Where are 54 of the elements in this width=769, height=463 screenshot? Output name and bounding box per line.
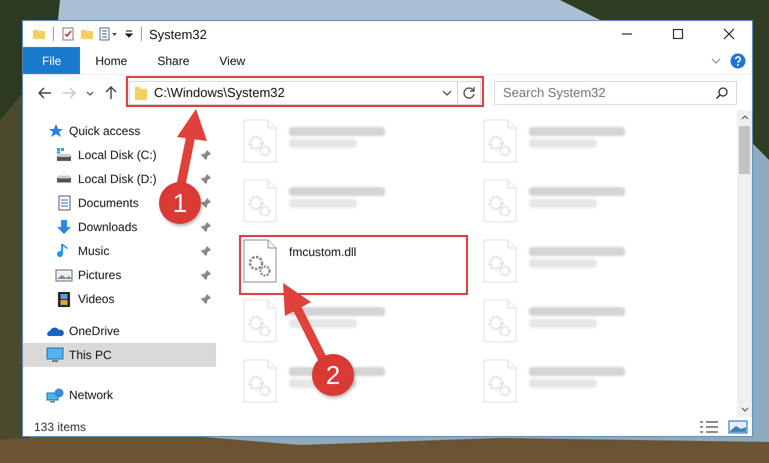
network-icon bbox=[46, 387, 64, 403]
ribbon-tab[interactable]: Share bbox=[142, 47, 204, 74]
gear-file-icon[interactable] bbox=[243, 239, 277, 283]
blurred-type bbox=[289, 199, 357, 208]
properties-icon[interactable] bbox=[99, 27, 119, 41]
nav-item[interactable]: Pictures bbox=[78, 268, 122, 282]
details-view-icon[interactable] bbox=[698, 418, 720, 434]
scrollbar[interactable] bbox=[737, 110, 752, 417]
search-icon bbox=[715, 86, 729, 100]
blurred-type bbox=[529, 199, 597, 208]
nav-item[interactable]: Documents bbox=[78, 196, 139, 210]
thumbnail-view-icon[interactable] bbox=[727, 418, 749, 434]
nav-item[interactable]: This PC bbox=[69, 348, 112, 362]
pin-icon[interactable] bbox=[200, 245, 212, 257]
scrollbar-thumb[interactable] bbox=[739, 126, 750, 174]
pin-icon[interactable] bbox=[200, 269, 212, 281]
blurred-type bbox=[529, 319, 597, 328]
drive-icon bbox=[55, 175, 73, 183]
address-path: C:\Windows\System32 bbox=[154, 85, 286, 100]
nav-item[interactable]: Local Disk (D:) bbox=[78, 172, 157, 186]
pin-icon[interactable] bbox=[200, 293, 212, 305]
nav-item[interactable]: Music bbox=[78, 244, 110, 258]
help-icon[interactable] bbox=[730, 52, 746, 68]
nav-item[interactable]: Videos bbox=[78, 292, 114, 306]
nav-item[interactable]: Downloads bbox=[78, 220, 138, 234]
pin-icon[interactable] bbox=[200, 221, 212, 233]
ribbon-tab[interactable]: Home bbox=[80, 47, 142, 74]
nav-item[interactable]: Local Disk (C:) bbox=[78, 148, 157, 162]
pin-icon[interactable] bbox=[200, 197, 212, 209]
drive-icon bbox=[55, 147, 73, 163]
back-arrow-icon[interactable] bbox=[37, 84, 53, 100]
blurred-type bbox=[289, 139, 357, 148]
pin-icon[interactable] bbox=[200, 173, 212, 185]
blurred-type bbox=[529, 139, 597, 148]
blurred-type bbox=[529, 379, 597, 388]
window-title: System32 bbox=[149, 26, 207, 42]
address-bar[interactable]: C:\Windows\System32 bbox=[129, 80, 481, 104]
checkmark-icon[interactable] bbox=[61, 27, 75, 41]
blurred-type bbox=[529, 259, 597, 268]
film-icon bbox=[55, 291, 73, 307]
up-arrow-icon[interactable] bbox=[103, 84, 119, 100]
item-count: 133 items bbox=[34, 420, 86, 434]
search-field[interactable]: Search System32 bbox=[494, 80, 737, 104]
dropdown-icon[interactable] bbox=[124, 29, 134, 39]
nav-item[interactable]: Quick access bbox=[69, 124, 140, 138]
pin-icon[interactable] bbox=[200, 149, 212, 161]
nav-item[interactable]: Network bbox=[69, 388, 114, 402]
folder-icon bbox=[134, 84, 148, 100]
monitor-icon bbox=[46, 347, 64, 363]
nav-item[interactable]: OneDrive bbox=[69, 324, 120, 338]
picture-icon bbox=[55, 267, 73, 283]
file-name[interactable]: fmcustom.dll bbox=[289, 245, 356, 259]
ribbon-tab[interactable]: View bbox=[204, 47, 260, 74]
download-arrow-icon bbox=[55, 219, 73, 235]
